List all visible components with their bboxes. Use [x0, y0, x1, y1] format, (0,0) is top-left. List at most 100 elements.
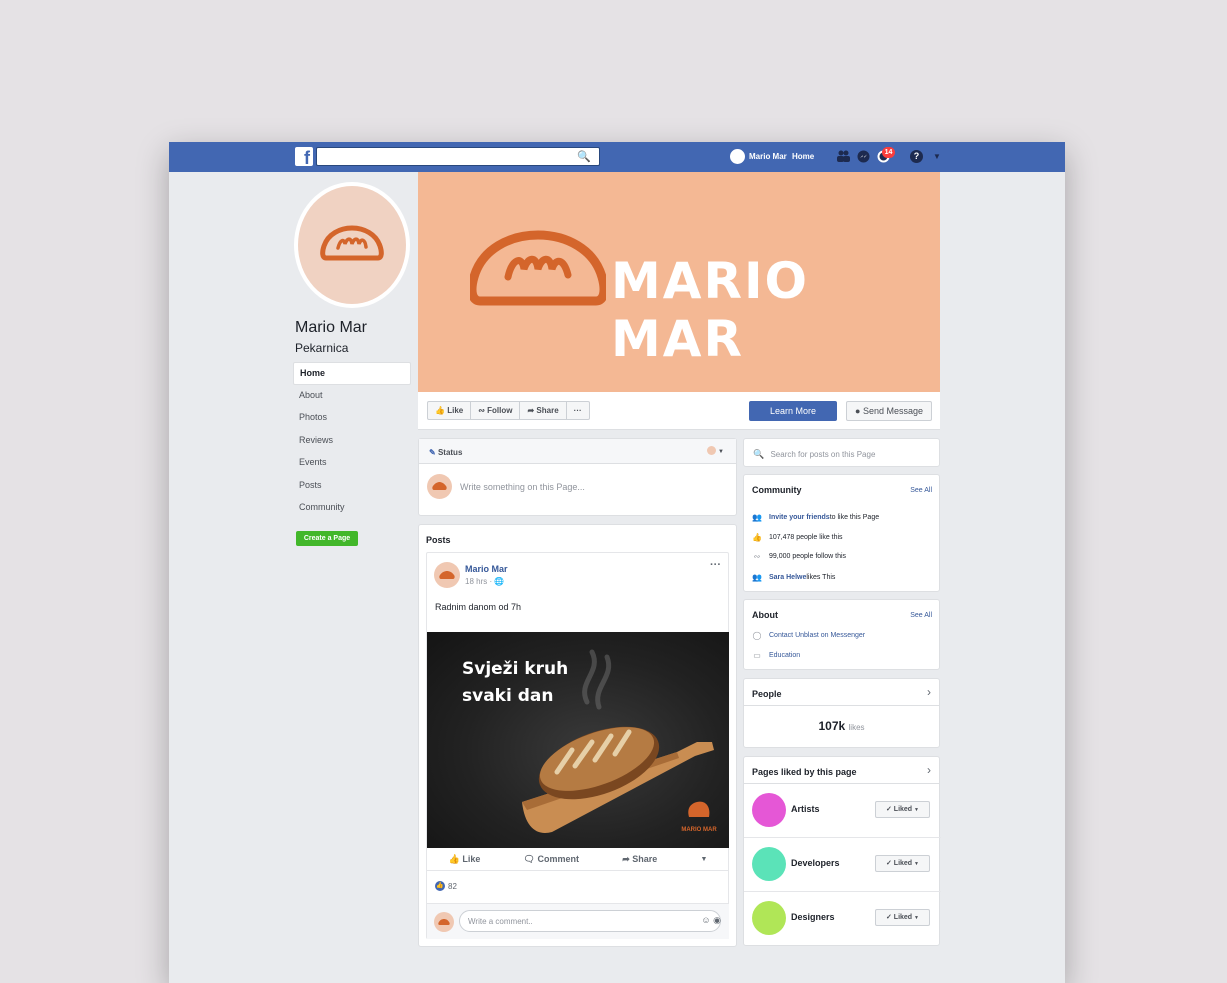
contact-messenger-link[interactable]: Contact Unblast on Messenger [769, 632, 865, 639]
comment-bubble-icon: 🗨 [523, 854, 535, 864]
post-author-name[interactable]: Mario Mar [465, 564, 508, 574]
share-arrow-icon: ➦ [527, 406, 535, 415]
education-icon: ▭ [753, 651, 761, 660]
post-share-button[interactable]: ➦ Share [622, 854, 657, 865]
follow-button[interactable]: ∾ Follow [471, 402, 521, 419]
community-title: Community [752, 485, 802, 495]
bread-logo-icon [320, 225, 384, 261]
liked-page-name[interactable]: Developers [791, 858, 840, 868]
friend-name-link[interactable]: Sara Helwe [769, 574, 806, 581]
search-input[interactable]: 🔍 [316, 147, 600, 166]
like-reaction-icon: 👍 [435, 881, 445, 891]
post-image[interactable]: Svježi kruh svaki dan MARIO MAR [427, 632, 729, 848]
liked-toggle-button[interactable]: ✓ Liked ▼ [875, 909, 930, 926]
nav-item-home[interactable]: Home [293, 362, 411, 385]
rss-icon: ∾ [753, 552, 761, 561]
posts-section: Posts Mario Mar 18 hrs · 🌐 ··· Radnim da… [418, 524, 737, 947]
likes-count-label: likes [848, 723, 865, 732]
like-page-button[interactable]: 👍 Like [428, 402, 472, 419]
liked-page-item[interactable]: Designers ✓ Liked ▼ [744, 892, 941, 946]
education-link[interactable]: Education [769, 652, 800, 659]
cover-photo[interactable]: MARIO MAR [418, 172, 940, 392]
reaction-summary[interactable]: 👍 82 [435, 881, 457, 891]
chevron-down-icon: ▼ [914, 915, 919, 921]
post-author-avatar[interactable] [434, 562, 460, 588]
pages-liked-header[interactable]: Pages liked by this page › [744, 757, 939, 784]
liked-page-item[interactable]: Developers ✓ Liked ▼ [744, 838, 941, 892]
liked-page-avatar [752, 793, 786, 827]
liked-page-item[interactable]: Artists ✓ Liked ▼ [744, 784, 941, 838]
learn-more-button[interactable]: Learn More [749, 401, 837, 421]
chevron-right-icon[interactable]: › [927, 763, 931, 777]
nav-item-about[interactable]: About [293, 385, 411, 408]
friend-requests-icon[interactable] [837, 150, 850, 163]
likes-text: 107,478 people like this [769, 534, 843, 541]
user-name-link[interactable]: Mario Mar [749, 152, 787, 161]
send-message-button[interactable]: ● Send Message [846, 401, 932, 421]
search-icon[interactable]: 🔍 [577, 150, 591, 163]
post-comment-button[interactable]: 🗨 Comment [524, 854, 579, 865]
post-share-label: Share [632, 854, 658, 864]
nav-item-photos[interactable]: Photos [293, 407, 411, 430]
liked-page-name[interactable]: Designers [791, 912, 835, 922]
status-composer: ✎ Status ▼ Write something on this Page.… [418, 438, 737, 516]
more-options-button[interactable]: ··· [567, 402, 589, 419]
liked-page-avatar [752, 847, 786, 881]
top-navigation-bar: f 🔍 Mario Mar Home 14 ? ▼ [169, 142, 1065, 172]
nav-item-events[interactable]: Events [293, 452, 411, 475]
thumbs-up-icon: 👍 [752, 533, 762, 542]
people-header[interactable]: People › [744, 679, 939, 706]
comment-input[interactable]: Write a comment.. [459, 910, 721, 932]
liked-button-label: Liked [893, 806, 913, 813]
post-timestamp[interactable]: 18 hrs · 🌐 [465, 577, 504, 586]
profile-picture[interactable] [294, 182, 410, 308]
share-arrow-icon: ➦ [622, 854, 630, 864]
liked-page-avatar [752, 901, 786, 935]
chevron-down-icon[interactable]: ▼ [700, 856, 707, 863]
home-link[interactable]: Home [792, 152, 814, 161]
notification-badge: 14 [882, 147, 895, 158]
liked-toggle-button[interactable]: ✓ Liked ▼ [875, 855, 930, 872]
post-like-label: Like [462, 854, 481, 864]
share-page-button[interactable]: ➦ Share [520, 402, 567, 419]
page-avatar [427, 474, 452, 499]
send-message-label: Send Message [862, 406, 923, 416]
followers-row: ∾ 99,000 people follow this [752, 552, 846, 561]
friend-likes-text: likes This [806, 574, 836, 581]
help-icon[interactable]: ? [910, 150, 923, 163]
invite-friends-link[interactable]: Invite your friends [769, 514, 830, 521]
nav-item-reviews[interactable]: Reviews [293, 430, 411, 453]
post-card: Mario Mar 18 hrs · 🌐 ··· Radnim danom od… [426, 552, 729, 939]
messenger-icon[interactable] [857, 150, 870, 163]
facebook-logo-icon[interactable]: f [295, 147, 313, 168]
status-tab[interactable]: Status [438, 448, 462, 457]
contact-row: ◯ Contact Unblast on Messenger [752, 631, 866, 640]
composer-input[interactable]: Write something on this Page... [460, 482, 585, 492]
community-card: Community See All 👥 Invite your friends … [743, 474, 940, 592]
pencil-icon: ✎ [429, 448, 436, 457]
about-see-all-link[interactable]: See All [910, 612, 932, 619]
chevron-right-icon[interactable]: › [927, 685, 931, 699]
create-page-button[interactable]: Create a Page [296, 531, 358, 546]
chevron-down-icon: ▼ [914, 807, 919, 813]
audience-selector[interactable]: ▼ [706, 446, 724, 456]
commenter-avatar [434, 912, 454, 932]
emoji-icon[interactable]: ☺ [701, 915, 710, 925]
chevron-down-icon[interactable]: ▼ [933, 152, 941, 161]
liked-page-name[interactable]: Artists [791, 804, 820, 814]
messenger-icon: ● [855, 406, 861, 416]
page-action-group: 👍 Like ∾ Follow ➦ Share ··· [427, 401, 590, 420]
community-see-all-link[interactable]: See All [910, 487, 932, 494]
page-post-search-input[interactable]: 🔍 Search for posts on this Page [743, 438, 940, 467]
liked-toggle-button[interactable]: ✓ Liked ▼ [875, 801, 930, 818]
user-avatar[interactable] [730, 149, 745, 164]
nav-item-posts[interactable]: Posts [293, 475, 411, 498]
likes-row: 👍 107,478 people like this [752, 533, 843, 542]
post-like-button[interactable]: 👍 Like [449, 854, 481, 865]
image-brand-text: MARIO MAR [681, 827, 717, 833]
invite-friends-row: 👥 Invite your friends to like this Page [752, 513, 879, 522]
bread-on-board-illustration: MARIO MAR [522, 649, 717, 833]
post-options-icon[interactable]: ··· [710, 559, 721, 571]
nav-item-community[interactable]: Community [293, 497, 411, 520]
sticker-icon[interactable]: ◉ [713, 915, 721, 925]
